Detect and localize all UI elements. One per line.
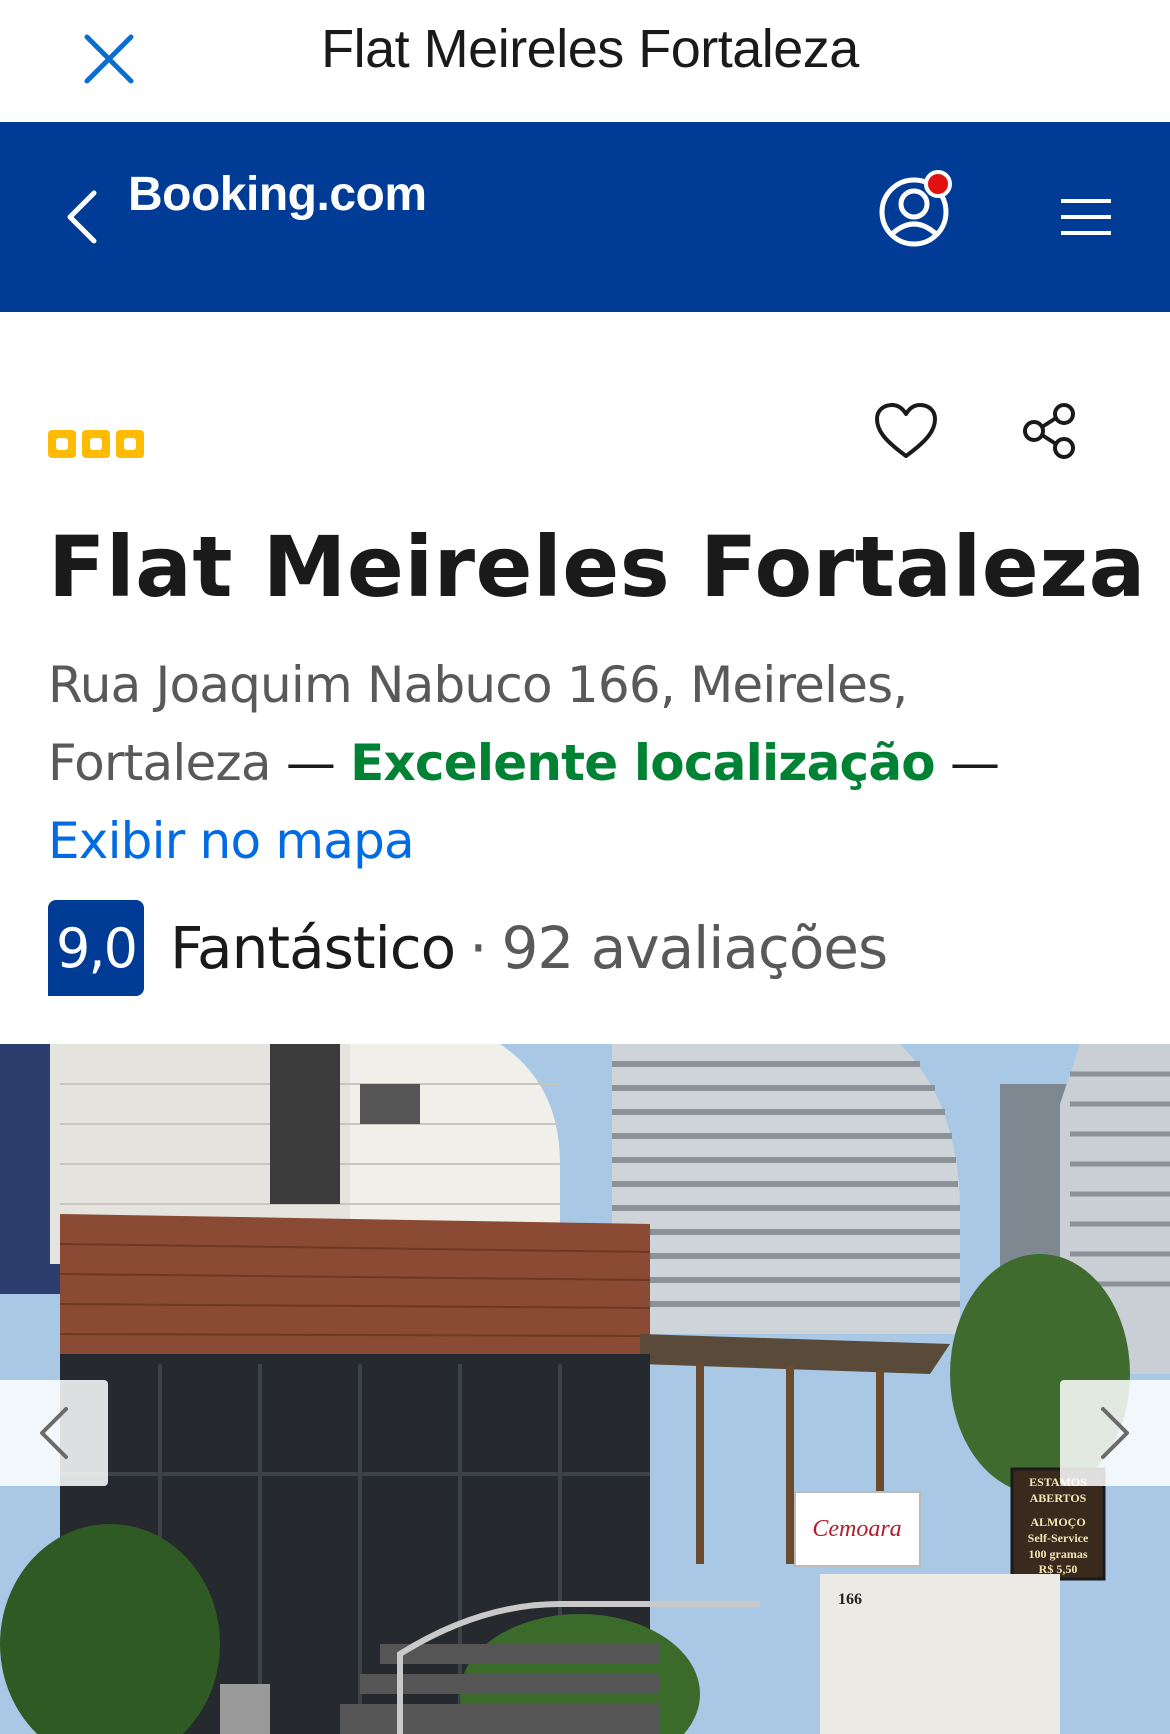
star-icon: [116, 430, 144, 458]
address-separator: —: [285, 734, 336, 792]
board-text: Self-Service: [1028, 1531, 1089, 1545]
board-text: ABERTOS: [1030, 1491, 1087, 1505]
star-icon: [82, 430, 110, 458]
property-photo[interactable]: Cemoara ESTAMOS ABERTOS ALMOÇO Self-Serv…: [0, 1044, 1170, 1734]
building-number: 166: [838, 1591, 862, 1608]
hamburger-menu-icon: [1061, 199, 1111, 235]
share-icon: [1023, 403, 1075, 459]
review-summary[interactable]: 9,0 Fantástico · 92 avaliações: [48, 900, 889, 996]
webview-title: Flat Meireles Fortaleza: [321, 19, 859, 79]
favorite-button[interactable]: [868, 398, 944, 464]
restaurant-sign-text: Cemoara: [812, 1516, 901, 1542]
gallery-prev-button[interactable]: [0, 1380, 108, 1486]
property-title: Flat Meireles Fortaleza: [48, 518, 1146, 616]
show-on-map-link[interactable]: Exibir no mapa: [48, 812, 415, 870]
chevron-right-icon: [1101, 1407, 1129, 1459]
webview-bar: Flat Meireles Fortaleza: [0, 0, 1170, 122]
review-count[interactable]: 92 avaliações: [502, 914, 889, 982]
booking-header: Booking.com: [0, 122, 1170, 312]
review-score-badge: 9,0: [48, 900, 144, 996]
property-address: Rua Joaquim Nabuco 166, Meireles, Fortal…: [48, 646, 1128, 880]
chevron-left-icon: [40, 1407, 68, 1459]
board-text: 100 gramas: [1029, 1547, 1088, 1561]
account-icon: [879, 170, 952, 247]
location-highlight: Excelente localização: [350, 734, 936, 792]
chevron-left-icon: [67, 190, 97, 244]
board-text: ALMOÇO: [1030, 1515, 1085, 1529]
brand-logo[interactable]: Booking.com: [128, 167, 427, 222]
share-button[interactable]: [1012, 398, 1088, 464]
gallery-next-button[interactable]: [1060, 1380, 1170, 1486]
review-score-label: Fantástico: [170, 914, 456, 982]
star-rating: [48, 430, 144, 458]
star-icon: [48, 430, 76, 458]
back-button[interactable]: [52, 177, 112, 257]
hotel-facade-photo: Cemoara ESTAMOS ABERTOS ALMOÇO Self-Serv…: [0, 1044, 1170, 1734]
heart-icon: [875, 403, 937, 458]
board-text: R$ 5,50: [1039, 1562, 1078, 1576]
address-separator: —: [949, 734, 1000, 792]
review-separator: ·: [469, 914, 488, 982]
account-button[interactable]: [876, 170, 956, 250]
menu-button[interactable]: [1050, 184, 1122, 250]
